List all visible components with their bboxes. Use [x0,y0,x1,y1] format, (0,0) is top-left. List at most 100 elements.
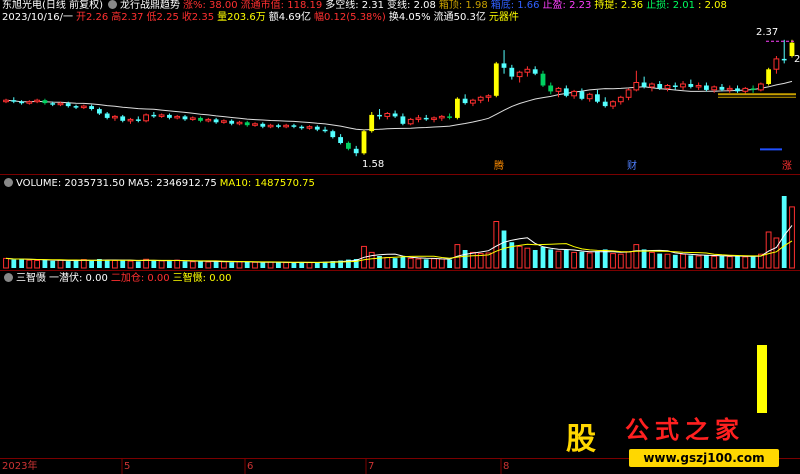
trend-line [5,80,793,131]
volume-bar [672,254,678,268]
candle-body [750,88,756,90]
candle-body [174,115,181,119]
candle-body [735,88,740,92]
volume-bar [680,253,686,269]
volume-bar [617,253,624,269]
candle-body [135,119,141,121]
candle-body [369,114,375,132]
candle-body [423,117,429,120]
volume-bar [11,259,17,268]
candle-body [477,96,484,101]
candle-body [462,98,468,104]
volume-bar [3,257,9,269]
candle-body [221,120,227,123]
volume-bar [260,262,266,268]
volume-bar [516,245,523,269]
candle-body [167,114,172,118]
candle-body [267,124,274,128]
candle-body [392,113,398,117]
candle-body [555,87,562,92]
volume-bar [563,250,569,268]
candle-body [742,87,749,92]
volume-bar [610,253,616,269]
volume-bar [158,260,165,269]
watermark-title: 公式之家 [625,415,745,444]
volume-bar [742,256,749,269]
time-axis-jul: 7 [368,461,375,472]
volume-bar [135,261,141,268]
event-marker-zhang[interactable]: 涨 [782,162,792,172]
volume-bar [205,261,212,269]
candle-body [182,116,188,120]
volume-bar [189,261,196,269]
volume-bar [213,261,219,268]
volume-bar [167,261,172,268]
volume-bar [174,259,181,269]
candle-body [617,96,624,103]
price-low-label: 1.58 [362,159,385,170]
volume-bar [283,262,290,269]
volume-bar [773,237,780,269]
candle-body [672,85,678,87]
volume-bar [447,259,452,268]
volume-bar [532,250,538,268]
candle-body [719,86,725,90]
volume-bar [781,196,787,268]
volume-bar [267,261,274,269]
candle-body [322,129,328,132]
candle-body [205,118,212,122]
candle-body [89,106,94,109]
candle-body [447,116,452,118]
candle-body [244,122,250,126]
candle-body [104,113,110,118]
volume-bar [182,261,188,268]
candle-body [773,58,780,70]
volume-bar [198,261,203,268]
volume-bar [633,244,640,269]
volume-bar [423,259,429,268]
volume-bar [735,256,740,268]
watermark: 股 公式之家 www.gszj100.com [555,413,795,470]
candle-body [509,67,515,77]
volume-bar [299,262,305,268]
candle-body [306,126,313,129]
candle-body [11,100,17,102]
event-marker-cai[interactable]: 财 [627,162,637,172]
candle-body [127,118,134,122]
volume-bar [89,260,94,268]
candle-body [438,115,445,119]
chart-canvas[interactable] [0,0,800,474]
volume-bar [127,260,134,269]
candle-body [400,116,406,124]
candle-body [361,131,367,154]
volume-bar [750,256,756,268]
candle-body [384,113,391,117]
volume-bar [711,255,718,269]
volume-bar [657,253,663,268]
volume-bar [431,258,437,269]
event-marker-teng[interactable]: 腾 [494,162,504,172]
candle-body [276,125,281,127]
volume-bar [244,262,250,268]
time-axis-may: 5 [124,461,131,472]
volume-bar [595,251,600,268]
volume-bar [695,255,702,269]
candle-body [112,115,118,119]
candle-body [501,63,507,68]
volume-bar [726,256,733,269]
candle-body [151,114,157,117]
candle-body [657,84,663,89]
volume-bar [649,251,655,269]
volume-bar [548,249,554,268]
candle-body [229,120,235,124]
candle-body [346,142,351,149]
candle-body [711,86,718,91]
candle-body [34,99,41,103]
volume-bar [407,257,414,269]
volume-bar [368,251,375,269]
candle-body [516,71,523,78]
candle-body [766,69,771,84]
candle-body [283,124,290,128]
candle-body [524,68,531,73]
volume-bar [586,252,593,269]
